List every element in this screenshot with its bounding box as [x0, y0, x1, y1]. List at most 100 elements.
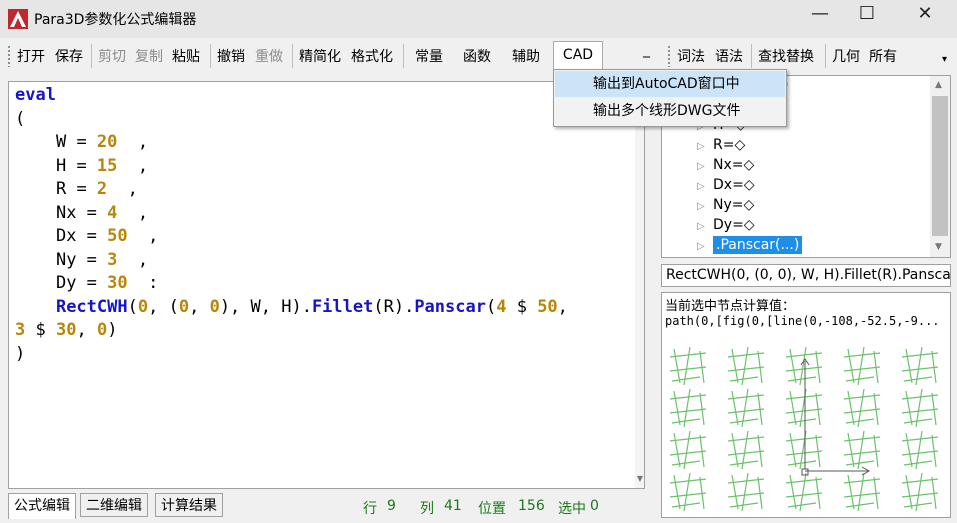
param-name: Dx [55, 226, 77, 246]
preview-glyph [843, 388, 881, 428]
toolbar-separator [751, 44, 752, 68]
open-button[interactable]: 打开 [17, 46, 45, 66]
scroll-down-icon[interactable]: ▼ [635, 474, 644, 488]
preview-glyph [785, 388, 823, 428]
preview-glyph [843, 472, 881, 512]
tree-node[interactable]: ▷ R=◇ [697, 137, 745, 153]
code-text[interactable]: eval ( W = 20 , H = 15 , R = 2 , Nx = 4 … [15, 84, 568, 366]
undo-button[interactable]: 撤销 [217, 46, 245, 66]
result-label: 当前选中节点计算值： [665, 299, 796, 314]
find-replace-button[interactable]: 查找替换 [758, 46, 814, 66]
tab-calc-result[interactable]: 计算结果 [155, 493, 223, 517]
functions-menu[interactable]: 函数 [463, 46, 491, 66]
preview-glyph [843, 430, 881, 470]
window-title: Para3D参数化公式编辑器 [34, 12, 197, 28]
function-name: Fillet [311, 296, 374, 317]
preview-glyph [901, 472, 939, 512]
lexical-button[interactable]: 词法 [677, 46, 705, 66]
code-editor[interactable]: eval ( W = 20 , H = 15 , R = 2 , Nx = 4 … [8, 81, 645, 489]
expand-arrow-icon[interactable]: ▷ [697, 161, 713, 172]
arg-number: 0 [209, 296, 220, 317]
tab-formula-edit[interactable]: 公式编辑 [8, 493, 76, 519]
expand-arrow-icon[interactable]: ▷ [697, 141, 713, 152]
tree-node-label: Ny=◇ [713, 197, 755, 213]
scroll-down-icon[interactable]: ▼ [935, 242, 942, 252]
tree-node[interactable]: ▷ Ny=◇ [697, 197, 754, 213]
copy-button[interactable]: 复制 [135, 46, 163, 66]
menu-item-export-autocad[interactable]: 输出到AutoCAD窗口中 [555, 71, 785, 97]
cut-button[interactable]: 剪切 [98, 46, 126, 66]
editor-scrollbar[interactable]: ▲ ▼ [635, 83, 644, 488]
tree-node[interactable]: ▷ Dx=◇ [697, 177, 755, 193]
paste-button[interactable]: 粘贴 [172, 46, 200, 66]
param-value: 20 [96, 132, 118, 152]
param-value: 30 [107, 273, 128, 293]
helpers-menu[interactable]: 辅助 [512, 46, 540, 66]
maximize-icon[interactable]: ☐ [844, 0, 890, 30]
result-value: path(0,[fig(0,[line(0,-108,-52.5,-9... [665, 314, 940, 328]
tree-node[interactable]: ▷ Nx=◇ [697, 157, 754, 173]
toolbar-grip-icon[interactable] [7, 45, 11, 67]
param-sep: , [127, 179, 138, 199]
preview-glyph [727, 430, 765, 470]
tree-node[interactable]: ▷ Dy=◇ [697, 217, 755, 233]
param-sep: , [137, 249, 149, 270]
param-name: R [55, 179, 67, 199]
menu-item-export-dwg[interactable]: 输出多个线形DWG文件 [555, 98, 785, 124]
preview-glyph [785, 472, 823, 512]
preview-glyph [669, 388, 707, 428]
arg-number: 0 [178, 296, 190, 317]
status-col-label: 列 [420, 501, 434, 517]
simplify-button[interactable]: 精简化 [299, 46, 341, 66]
toolbar-grip-icon[interactable] [667, 45, 671, 67]
app-logo-icon [8, 9, 28, 29]
param-name: Ny [55, 249, 77, 270]
param-value: 50 [107, 226, 128, 246]
toolbar-separator [210, 44, 211, 68]
toolbar-overflow-icon[interactable]: _ [643, 42, 650, 58]
arg-number: 50 [537, 296, 558, 317]
arg-number: 0 [96, 320, 108, 340]
arg-number: 30 [55, 320, 77, 340]
preview-glyph [727, 472, 765, 512]
preview-glyph [785, 346, 823, 386]
format-button[interactable]: 格式化 [351, 46, 393, 66]
close-icon[interactable]: ✕ [902, 0, 948, 30]
close-paren: ) [15, 343, 26, 364]
geometry-button[interactable]: 几何 [832, 46, 860, 66]
shape-preview [669, 346, 939, 512]
tree-node-label: Dy=◇ [713, 217, 755, 233]
all-button[interactable]: 所有 [869, 46, 897, 66]
toolbar-separator [91, 44, 92, 68]
param-value: 4 [107, 202, 118, 223]
redo-button[interactable]: 重做 [255, 46, 283, 66]
toolbar-separator [292, 44, 293, 68]
tab-2d-edit[interactable]: 二维编辑 [80, 493, 148, 517]
syntax-button[interactable]: 语法 [715, 46, 743, 66]
tree-node-label: R=◇ [713, 137, 746, 153]
expand-arrow-icon[interactable]: ▷ [697, 181, 713, 192]
preview-glyph [669, 472, 707, 512]
expand-arrow-icon[interactable]: ▷ [697, 241, 713, 252]
tree-node-selected[interactable]: ▷ .Panscar(...) [697, 236, 803, 254]
minimize-icon[interactable]: — [797, 0, 843, 30]
toolbar-more-icon[interactable]: ▾ [942, 54, 947, 65]
status-pos-label: 位置 [478, 501, 506, 517]
preview-glyph [901, 388, 939, 428]
status-row: 9 [387, 498, 396, 514]
tree-scroll-thumb[interactable] [932, 96, 948, 236]
constants-menu[interactable]: 常量 [415, 46, 443, 66]
expand-arrow-icon[interactable]: ▷ [697, 201, 713, 212]
toolbar-separator [825, 44, 826, 68]
save-button[interactable]: 保存 [55, 46, 83, 66]
cad-menu[interactable]: CAD [553, 41, 603, 71]
preview-glyph [669, 346, 707, 386]
preview-glyph [785, 430, 823, 470]
tree-node-label: .Panscar(...) [713, 236, 803, 254]
status-sel-label: 选中 [558, 501, 586, 517]
node-expression-field[interactable]: RectCWH(0, (0, 0), W, H).Fillet(R).Pansc… [661, 264, 951, 287]
arg-number: 3 [15, 320, 26, 340]
expand-arrow-icon[interactable]: ▷ [697, 221, 713, 232]
param-value: 2 [96, 179, 108, 199]
scroll-up-icon[interactable]: ▲ [935, 80, 942, 90]
